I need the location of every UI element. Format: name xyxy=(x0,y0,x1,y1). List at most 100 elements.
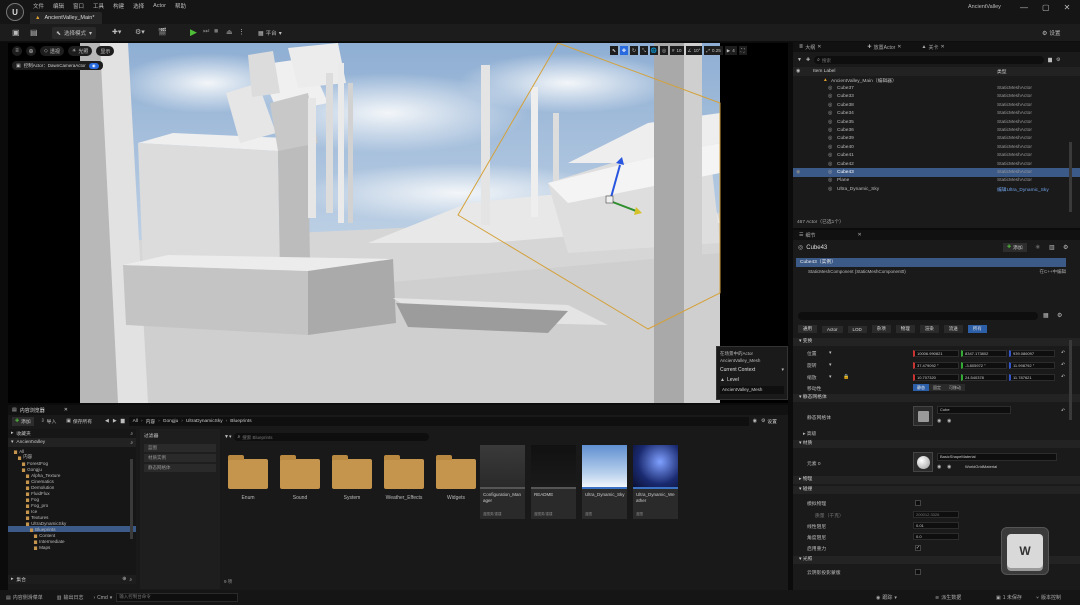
grid-view-icon[interactable]: ▦ xyxy=(1043,312,1049,319)
outliner-row[interactable]: ◎ Cube40 StaticMeshActor xyxy=(793,143,1080,151)
location-y[interactable]: 8347.173802 xyxy=(961,350,1007,357)
browse-icon[interactable]: ◉ xyxy=(937,464,941,470)
more-icon[interactable]: ⋮ xyxy=(238,28,245,36)
import-button[interactable]: ⇩ 导入 xyxy=(38,417,60,426)
rotation-x[interactable]: 37.479092 ° xyxy=(913,362,959,369)
close-icon[interactable]: ✕ xyxy=(1064,3,1071,12)
details-filter-tab[interactable]: 流送 xyxy=(943,325,963,333)
outliner-row[interactable]: ◎ Cube37 StaticMeshActor xyxy=(793,84,1080,92)
location-z[interactable]: 939.086097 xyxy=(1009,350,1055,357)
save-icon[interactable]: ▣ xyxy=(12,28,20,37)
folder-add-icon[interactable]: ▆ xyxy=(1048,57,1052,63)
tab-place-actors[interactable]: ✚ 放置Actor ✕ xyxy=(867,44,901,51)
maximize-icon[interactable]: ▢ xyxy=(1042,3,1050,12)
outliner-row[interactable]: ◎ Cube35 StaticMeshActor xyxy=(793,118,1080,126)
search-icon[interactable]: ⌕ xyxy=(130,440,133,446)
details-filter-tab[interactable]: LOD xyxy=(847,325,867,333)
use-selected-icon[interactable]: ◉ xyxy=(947,464,951,470)
project-header[interactable]: ▾ AncientValley ⌕ xyxy=(8,438,136,447)
asset-folder[interactable]: Widgets xyxy=(432,453,478,513)
rotation-z[interactable]: 11.998792 ° xyxy=(1009,362,1055,369)
reset-icon[interactable]: ↶ xyxy=(1061,374,1065,380)
blueprint-icon[interactable]: ⚛ xyxy=(1035,244,1040,251)
asset-tile[interactable]: README 蓝图类/重建 xyxy=(531,445,576,519)
minimize-icon[interactable]: — xyxy=(1020,3,1028,12)
angular-damping-field[interactable]: 0.0 xyxy=(913,533,959,540)
filter-item[interactable]: 静态网格体 xyxy=(144,464,216,472)
static-mesh-section[interactable]: ▾ 静态网格体 xyxy=(793,394,1080,402)
mode-dropdown[interactable]: ⬉ 选择模式 ▾ xyxy=(52,27,97,39)
settings-button[interactable]: ⚙ 设置 xyxy=(1042,29,1060,38)
gravity-checkbox[interactable]: ✓ xyxy=(915,545,921,551)
outliner-search-input[interactable] xyxy=(821,57,1022,63)
location-x[interactable]: 10006.990821 xyxy=(913,350,959,357)
tab-outliner[interactable]: ≣ 大纲 ✕ xyxy=(799,44,821,51)
breadcrumb-all[interactable]: All xyxy=(133,419,138,424)
filter-icon[interactable]: ▼▾ xyxy=(224,434,231,440)
lit-button[interactable]: ☀ 光照 xyxy=(67,46,93,56)
outliner-row[interactable]: ◎ Cube34 StaticMeshActor xyxy=(793,110,1080,118)
layout-icon[interactable]: ▥ xyxy=(1049,244,1055,251)
filter-item[interactable]: 蓝图 xyxy=(144,444,216,452)
menu-window[interactable]: 窗口 xyxy=(73,2,84,10)
lock-icon[interactable]: 🔒 xyxy=(843,374,849,380)
outliner-row[interactable]: ◎ Cube38 StaticMeshActor xyxy=(793,101,1080,109)
level-viewport[interactable]: ≡ ⊕ ◇ 透视 ☀ 光照 显示 ⬉ ✥ ↻ ⤡ 🌐 ◎ #10 ∠ 10° ⤢ 0… xyxy=(8,43,788,403)
outliner-search[interactable]: ⌕ xyxy=(814,56,1045,64)
play-icon[interactable]: ▶ xyxy=(190,27,197,38)
quick-add-icon[interactable]: ✚▾ xyxy=(112,28,121,36)
menu-edit[interactable]: 编辑 xyxy=(53,2,64,10)
tab-details[interactable]: ☰ 细节 ✕ xyxy=(799,232,862,239)
rotate-icon[interactable]: ↻ xyxy=(630,46,638,55)
outliner-row[interactable]: ◉ ◎ Cube43 StaticMeshActor xyxy=(793,168,1080,177)
content-browser-tab[interactable]: ▤ 内容浏览器 ✕ xyxy=(8,405,788,415)
unreal-logo-icon[interactable]: U xyxy=(6,3,24,21)
gear-icon[interactable]: ⚙ xyxy=(1057,312,1062,319)
level-tab[interactable]: ▲ AncientValley_Main* xyxy=(30,12,102,24)
eject-pilot-icon[interactable]: ◉ xyxy=(88,62,99,69)
material-dropdown[interactable]: BasicShapeMaterial xyxy=(937,453,1057,461)
scale-snap-button[interactable]: ⤢ 0.25 xyxy=(704,46,723,55)
details-filter-tab[interactable]: 杂项 xyxy=(871,325,891,333)
outliner-root-row[interactable]: ▲ AncientValley_Main（编辑器） xyxy=(793,76,1080,84)
details-filter-tab[interactable]: 渲染 xyxy=(919,325,939,333)
console-input-box[interactable] xyxy=(116,593,239,602)
close-icon[interactable]: ✕ xyxy=(940,44,944,50)
filter-item[interactable]: 材质实例 xyxy=(144,454,216,462)
outliner-row[interactable]: ◎ Cube33 StaticMeshActor xyxy=(793,93,1080,101)
world-icon[interactable]: 🌐 xyxy=(650,46,658,55)
scale-z[interactable]: 11.787621 xyxy=(1009,374,1055,381)
menu-actor[interactable]: Actor xyxy=(153,3,166,9)
static-mesh-dropdown[interactable]: Cube xyxy=(937,406,1011,414)
level-row[interactable]: ▲ Level xyxy=(717,373,787,383)
details-filter-tab[interactable]: 所有 xyxy=(967,325,987,333)
menu-build[interactable]: 构建 xyxy=(113,2,124,10)
eye-icon[interactable]: ◉ xyxy=(796,170,800,175)
details-search[interactable] xyxy=(798,312,1038,320)
instance-row[interactable]: Cube43（实例） xyxy=(796,258,1066,267)
edit-in-cpp-link[interactable]: 在C++中编辑 xyxy=(1039,268,1066,276)
details-scrollbar[interactable] xyxy=(1069,340,1072,420)
menu-file[interactable]: 文件 xyxy=(33,2,44,10)
settings-button[interactable]: ⚙ 设置 xyxy=(761,418,777,425)
add-icon[interactable]: ✚ xyxy=(806,57,810,63)
perspective-button[interactable]: ◇ 透视 xyxy=(40,46,64,56)
move-icon[interactable]: ✥ xyxy=(620,46,628,55)
chevron-down-icon[interactable]: ▾ xyxy=(829,362,832,368)
pilot-actor-bar[interactable]: ▣ 控制Actor：DawnCameraActor ◉ xyxy=(12,61,103,70)
browse-icon[interactable]: ◉ xyxy=(937,418,941,424)
outliner-row[interactable]: ◎ Plane StaticMeshActor xyxy=(793,177,1080,185)
menu-tools[interactable]: 工具 xyxy=(93,2,104,10)
asset-folder[interactable]: Weather_Effects xyxy=(380,453,426,513)
tab-levels[interactable]: ▲ 关卡 ✕ xyxy=(922,44,945,51)
close-icon[interactable]: ✕ xyxy=(817,44,821,50)
viewport-scene[interactable] xyxy=(8,43,788,403)
asset-search-input[interactable] xyxy=(242,434,413,440)
reset-icon[interactable]: ↶ xyxy=(1061,350,1065,356)
scale-icon[interactable]: ⤡ xyxy=(640,46,648,55)
gear-icon[interactable]: ⚙ xyxy=(1056,57,1060,63)
show-button[interactable]: 显示 xyxy=(96,46,115,56)
breadcrumb-content[interactable]: 内容 xyxy=(146,418,156,425)
output-log-button[interactable]: ▥ 输出日志 xyxy=(57,594,84,602)
mobility-stationary[interactable]: 固定 xyxy=(929,384,945,391)
